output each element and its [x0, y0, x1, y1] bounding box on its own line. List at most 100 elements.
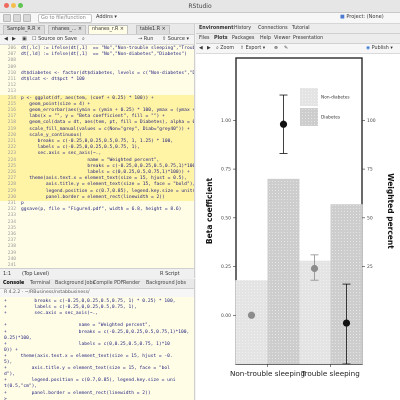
tab-compile-pdf[interactable]: Compile PDF: [93, 280, 124, 288]
tab-tutorial[interactable]: Tutorial: [292, 25, 310, 33]
goto-file-input[interactable]: Go to file/function: [38, 14, 92, 23]
editor-tabs: Sample_R.R × nhanes_... × nhanes_r.R × t…: [0, 24, 194, 35]
export-button[interactable]: ⇪ Export ▾: [240, 45, 265, 53]
project-label: Project: (None): [346, 14, 384, 20]
tab-environment[interactable]: Environment: [199, 25, 234, 33]
publish-button[interactable]: ◉ Publish ▾: [366, 45, 393, 53]
scope-indicator[interactable]: (Top Level): [22, 269, 49, 279]
editor-tab[interactable]: Sample_R.R ×: [3, 25, 45, 34]
tab-background-jobs-2[interactable]: Background Jobs: [146, 280, 186, 288]
editor-tab-label: table1.R: [140, 27, 161, 32]
x-tick-label: Trouble sleeping: [300, 369, 360, 378]
back-arrow-icon[interactable]: ◀: [4, 36, 8, 42]
console-path-text: R 4.2.2 · ~/RBusiness/nstabbusiness/: [4, 290, 90, 295]
editor-tab-label: nhanes_r.R: [92, 27, 119, 32]
source-label: Source: [167, 36, 185, 42]
environment-tabs: Environment History Connections Tutorial: [196, 24, 400, 34]
data-point: [247, 311, 256, 319]
tab-background-jobs[interactable]: Background Jobs: [55, 280, 95, 288]
cursor-position: 1:1: [3, 271, 12, 277]
y2-axis-title: Weighted percent: [386, 173, 395, 249]
project-icon: ■: [340, 14, 345, 20]
bar-texture: [235, 280, 268, 364]
legend-label: Non-diabetes: [321, 95, 350, 101]
editor-tab-active[interactable]: nhanes_r.R ×: [88, 25, 128, 34]
tab-terminal[interactable]: Terminal: [30, 280, 50, 288]
source-editor: Sample_R.R × nhanes_... × nhanes_r.R × t…: [0, 24, 195, 279]
main-toolbar: Go to file/function Addins ▾ ■ Project: …: [0, 13, 400, 24]
y-axis-title: Beta coefficient: [205, 178, 214, 245]
tab-history[interactable]: History: [234, 25, 251, 33]
y2-tick-label: 100: [367, 118, 376, 124]
tab-render[interactable]: Render: [123, 280, 140, 288]
files-tabs: Files Plots Packages Help Viewer Present…: [196, 34, 400, 44]
editor-toolbar: ◀ ▶ ▣ ☐ Source on Save ⌕ → Run ⇪ Source …: [0, 35, 194, 45]
plot-canvas: 0.00 0.25 0.50 0.75 1.00 25 50 75 100 Beta coeffi…: [205, 57, 395, 378]
console-path: R 4.2.2 · ~/RBusiness/nstabbusiness/: [0, 289, 194, 297]
tab-help[interactable]: Help: [260, 35, 271, 43]
plot-toolbar: ◀ ▶ ⌕ Zoom ⇪ Export ▾ ⊗ ✎ ◉ Publish ▾: [196, 44, 400, 54]
tab-connections[interactable]: Connections: [258, 25, 288, 33]
code-area[interactable]: 206 dt[,lc] := ifelse(dt[,1] == "No","Non…: [0, 45, 194, 268]
search-icon[interactable]: ⌕: [82, 36, 85, 42]
source-on-save-label: Source on Save: [38, 36, 77, 42]
app-title: RStudio: [188, 3, 212, 10]
addins-menu[interactable]: Addins ▾: [96, 14, 117, 20]
clear-plots-icon[interactable]: ✎: [284, 45, 288, 53]
tab-packages[interactable]: Packages: [232, 35, 254, 43]
export-label: Export: [245, 46, 262, 51]
console-tabs: Console Terminal Background Jobs Compile…: [0, 279, 194, 289]
new-file-icon[interactable]: [3, 14, 11, 24]
editor-tab[interactable]: nhanes_... ×: [48, 25, 87, 34]
run-label: Run: [143, 36, 154, 42]
window-titlebar: RStudio: [0, 0, 400, 13]
editor-statusbar: 1:1 (Top Level) R Script: [0, 268, 194, 279]
remove-plot-icon[interactable]: ⊗: [274, 45, 278, 53]
source-on-save-checkbox[interactable]: ☐ Source on Save: [32, 36, 77, 42]
y2-tick-label: 75: [367, 167, 373, 173]
publish-icon: ◉: [366, 46, 371, 51]
data-point: [342, 319, 351, 327]
console-line: + breaks = c(-0.25,0,0.25,0.5,0.75,1)*10…: [4, 329, 190, 335]
forward-plot-icon[interactable]: ▶: [207, 45, 211, 53]
run-button[interactable]: → Run: [138, 36, 153, 42]
editor-tab[interactable]: table1.R ×: [136, 25, 170, 34]
language-selector[interactable]: R Script: [160, 269, 180, 279]
tab-files[interactable]: Files: [199, 35, 210, 43]
tab-presentation[interactable]: Presentation: [293, 35, 323, 43]
data-point: [310, 264, 319, 273]
publish-label: Publish: [371, 46, 389, 51]
y-tick-label: 0.25: [221, 264, 231, 270]
save-icon[interactable]: [23, 14, 31, 24]
y-tick-label: 1.00: [221, 118, 231, 124]
legend-label: Diabetes: [321, 115, 341, 121]
x-tick-label: Non-trouble sleeping: [230, 369, 305, 378]
tab-console[interactable]: Console: [3, 280, 24, 288]
addins-label: Addins: [96, 14, 113, 20]
editor-tab-label: Sample_R.R: [7, 27, 36, 32]
open-file-icon[interactable]: [13, 14, 21, 24]
y2-tick-label: 50: [367, 215, 373, 221]
forward-arrow-icon[interactable]: ▶: [12, 36, 16, 42]
legend-swatch-texture: [300, 108, 318, 126]
legend-swatch-texture: [300, 88, 318, 106]
bar-texture: [267, 178, 300, 364]
console-line: + labels = c(0,0.25,0.5,0.75, 1)*10: [4, 341, 170, 347]
tab-plots[interactable]: Plots: [214, 35, 228, 43]
y-tick-label: 0.00: [221, 313, 231, 319]
data-point: [279, 120, 288, 128]
console-line: + sec.axis = sec_axis(~.,: [4, 311, 99, 317]
project-menu[interactable]: ■ Project: (None): [340, 14, 384, 20]
zoom-button[interactable]: ⌕ Zoom: [216, 45, 234, 53]
back-plot-icon[interactable]: ◀: [199, 45, 203, 53]
source-button[interactable]: ⇪ Source ▾: [162, 36, 189, 42]
tab-viewer[interactable]: Viewer: [274, 35, 290, 43]
console-pane: Console Terminal Background Jobs Compile…: [0, 279, 195, 400]
console-line: + theme(axis.text.x = element_text(size …: [4, 353, 173, 359]
console-output[interactable]: + breaks = c(-0.25,0,0.25,0.5,0.75, 1) *…: [0, 298, 194, 400]
export-icon: ⇪: [240, 46, 245, 51]
save-file-icon[interactable]: ▣: [22, 36, 27, 42]
console-line: >: [4, 396, 10, 400]
zoom-label: Zoom: [220, 46, 235, 51]
y-tick-label: 0.50: [221, 215, 231, 221]
